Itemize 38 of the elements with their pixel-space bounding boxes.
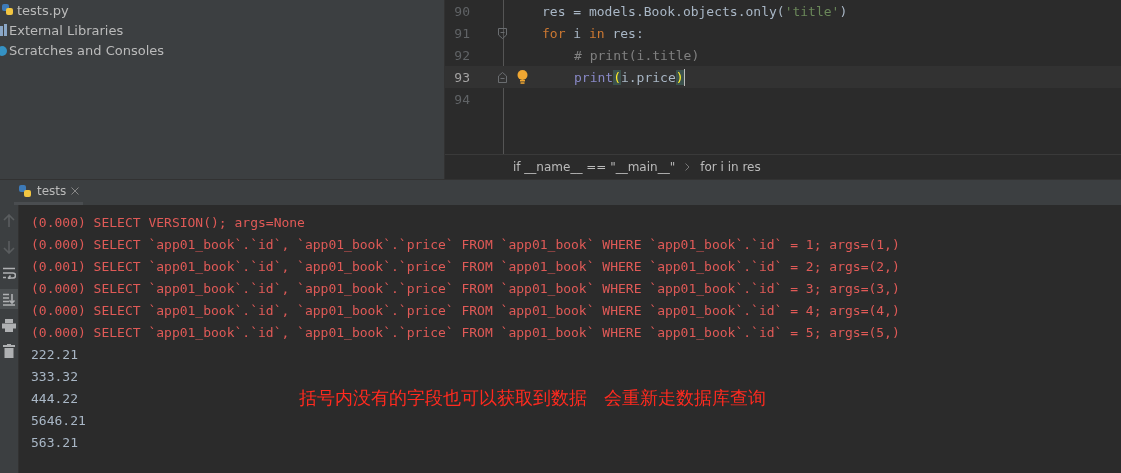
tree-item[interactable]: Scratches and Consoles [9, 42, 165, 58]
console-line: 222.21 [31, 346, 78, 364]
console-line: (0.000) SELECT VERSION(); args=None [31, 214, 305, 232]
breadcrumb[interactable]: for i in res [700, 160, 761, 174]
console-line: (0.000) SELECT `app01_book`.`id`, `app01_book`.`price` FROM `app01_book` WHERE `app01_book`.`id` = 3; args=(3,) [31, 280, 900, 298]
line-number: 90 [453, 3, 470, 19]
line-number: 93 [453, 69, 470, 85]
code-line: # print(i.title) [574, 47, 700, 63]
chevron-icon [685, 163, 691, 171]
console-line: 333.32 [31, 368, 78, 386]
console-line: 5646.21 [31, 412, 86, 430]
fold-icon[interactable] [498, 71, 507, 83]
line-number: 94 [453, 91, 470, 107]
line-number: 92 [453, 47, 470, 63]
library-icon [0, 24, 8, 36]
run-tab[interactable]: tests [14, 180, 84, 205]
lightbulb-icon[interactable] [517, 70, 528, 84]
tree-item[interactable]: External Libraries [9, 22, 124, 38]
scratches-icon [0, 44, 8, 56]
console-line: (0.000) SELECT `app01_book`.`id`, `app01_book`.`price` FROM `app01_book` WHERE `app01_book`.`id` = 4; args=(4,) [31, 302, 900, 320]
trash-icon[interactable] [0, 341, 18, 361]
python-file-icon [0, 4, 16, 16]
line-number: 91 [453, 25, 470, 41]
close-icon[interactable] [71, 187, 80, 195]
code-line: for i in res: [542, 25, 644, 41]
console-line: (0.000) SELECT `app01_book`.`id`, `app01_book`.`price` FROM `app01_book` WHERE `app01_book`.`id` = 1; args=(1,) [31, 236, 900, 254]
scroll-to-end-icon[interactable] [0, 289, 18, 309]
code-line: print(i.price) [574, 69, 684, 85]
fold-icon[interactable] [498, 27, 507, 39]
python-icon [18, 184, 32, 198]
code-line: res = models.Book.objects.only('title') [542, 3, 848, 19]
console-line: 563.21 [31, 434, 78, 452]
breadcrumb[interactable]: if __name__ == "__main__" [513, 160, 676, 174]
console-line: (0.000) SELECT `app01_book`.`id`, `app01_book`.`price` FROM `app01_book` WHERE `app01_book`.`id` = 5; args=(5,) [31, 324, 900, 342]
annotation-text: 括号内没有的字段也可以获取到数据 会重新走数据库查询 [299, 386, 767, 410]
console-line: 444.22 [31, 390, 78, 408]
tree-item[interactable]: tests.py [17, 2, 69, 18]
console-line: (0.001) SELECT `app01_book`.`id`, `app01_book`.`price` FROM `app01_book` WHERE `app01_book`.`id` = 2; args=(2,) [31, 258, 900, 276]
